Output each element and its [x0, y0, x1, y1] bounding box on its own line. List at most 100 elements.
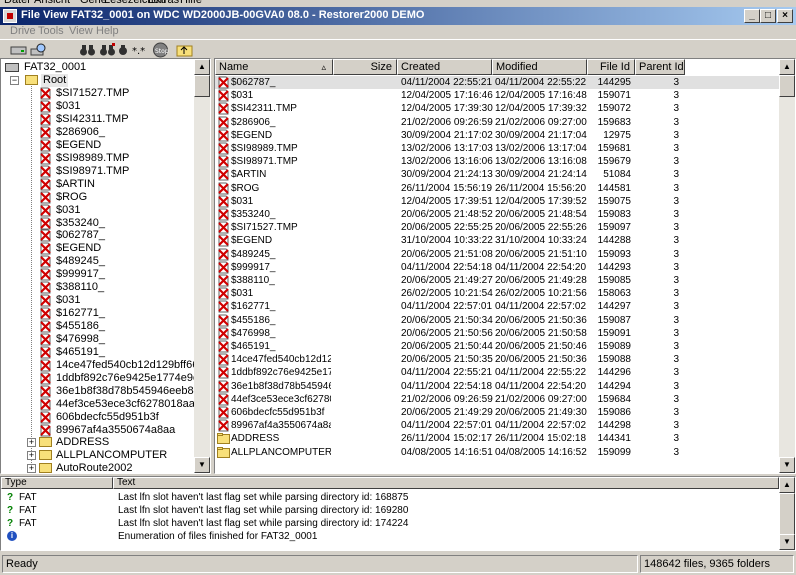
- file-list[interactable]: Name ▵ Size Created Modified File Id Parent Id…: [214, 58, 796, 474]
- tree-item[interactable]: $489245_: [39, 255, 199, 268]
- scroll-thumb[interactable]: [779, 493, 795, 536]
- scroll-up-icon[interactable]: ▲: [779, 59, 795, 75]
- file-row[interactable]: $062787_ 04/11/2004 22:55:21 04/11/2004 22…: [215, 76, 779, 89]
- menu-tools[interactable]: Tools: [38, 25, 64, 37]
- tree-item[interactable]: 36e1b8f38d78b545946eeb84cbccf2: [39, 385, 210, 398]
- file-row[interactable]: $SI71527.TMP 20/06/2005 22:55:25 20/06/200…: [215, 221, 779, 234]
- tree-item[interactable]: $EGEND: [39, 139, 199, 152]
- tree-item[interactable]: $286906_: [39, 126, 199, 139]
- file-row[interactable]: $EGEND 30/09/2004 21:17:02 30/09/2004 21:1…: [215, 129, 779, 142]
- file-row[interactable]: $031 26/02/2005 10:21:54 26/02/2005 10:21:…: [215, 287, 779, 300]
- file-row[interactable]: $031 12/04/2005 17:16:46 12/04/2005 17:16:…: [215, 89, 779, 102]
- scroll-thumb[interactable]: [194, 75, 210, 97]
- tree-item[interactable]: $ARTIN: [39, 178, 199, 191]
- tree-item[interactable]: 1ddbf892c76e9425e1774e9e53cd: [39, 372, 210, 385]
- file-row[interactable]: 36e1b8f38d78b545946... 04/11/2004 22:54:1…: [215, 380, 779, 393]
- tree-item[interactable]: $062787_: [39, 229, 199, 242]
- tree-item[interactable]: $SI98989.TMP: [39, 152, 199, 165]
- log-entry[interactable]: ? FAT Last lfn slot haven't last flag set …: [1, 517, 777, 530]
- tree-item[interactable]: $162771_: [39, 307, 199, 320]
- log-entry[interactable]: ? FAT Last lfn slot haven't last flag set …: [1, 491, 777, 504]
- tree-item[interactable]: 14ce47fed540cb12d129bff664: [39, 359, 204, 372]
- tree-item[interactable]: $SI42311.TMP: [39, 113, 199, 126]
- close-button[interactable]: ×: [777, 9, 793, 23]
- tree-item[interactable]: $388110_: [39, 281, 199, 294]
- scroll-up-icon[interactable]: ▲: [194, 59, 210, 75]
- menu-view[interactable]: View: [69, 25, 93, 37]
- collapse-icon[interactable]: −: [10, 76, 19, 85]
- tree-item[interactable]: $476998_: [39, 333, 199, 346]
- tree-item[interactable]: $SI71527.TMP: [39, 87, 199, 100]
- file-row[interactable]: $388110_ 20/06/2005 21:49:27 20/06/2005 21…: [215, 274, 779, 287]
- file-row[interactable]: 14ce47fed540cb12d129... 20/06/2005 21:50:…: [215, 353, 779, 366]
- file-row[interactable]: $SI98989.TMP 13/02/2006 13:17:03 13/02/200…: [215, 142, 779, 155]
- file-row[interactable]: $031 12/04/2005 17:39:51 12/04/2005 17:39:…: [215, 195, 779, 208]
- file-row[interactable]: 606bdecfc55d951b3f 20/06/2005 21:49:29 20/…: [215, 406, 779, 419]
- folder-tree[interactable]: FAT32_0001− Root $SI71527.TMP $031 $SI42311.…: [0, 58, 211, 474]
- tree-drive-node[interactable]: FAT32_0001: [5, 61, 195, 74]
- expand-icon[interactable]: +: [27, 451, 36, 460]
- stop-icon[interactable]: Stop: [152, 42, 169, 58]
- tree-folder[interactable]: + AutoRoute2002: [25, 462, 195, 473]
- log-column-type[interactable]: Type: [1, 477, 113, 489]
- expand-icon[interactable]: +: [27, 438, 36, 447]
- drive-icon[interactable]: [10, 42, 27, 58]
- scroll-down-icon[interactable]: ▼: [779, 534, 795, 550]
- tree-item[interactable]: $ROG: [39, 191, 199, 204]
- log-column-text[interactable]: Text: [113, 477, 779, 489]
- scroll-thumb[interactable]: [779, 75, 795, 97]
- file-row[interactable]: $999917_ 04/11/2004 22:54:18 04/11/2004 22…: [215, 261, 779, 274]
- log-entry[interactable]: ? FAT Last lfn slot haven't last flag set …: [1, 504, 777, 517]
- menu-drive[interactable]: Drive: [10, 25, 36, 37]
- tree-item[interactable]: $455186_: [39, 320, 199, 333]
- file-row[interactable]: $476998_ 20/06/2005 21:50:56 20/06/2005 21…: [215, 327, 779, 340]
- find-drive-icon[interactable]: [30, 42, 47, 58]
- list-scrollbar[interactable]: ▲ ▼: [779, 59, 795, 473]
- expand-icon[interactable]: +: [27, 464, 36, 473]
- tree-item[interactable]: $465191_: [39, 346, 199, 359]
- minimize-button[interactable]: _: [744, 9, 760, 23]
- up-folder-icon[interactable]: [176, 42, 193, 58]
- tree-item[interactable]: $999917_: [39, 268, 199, 281]
- file-row[interactable]: $455186_ 20/06/2005 21:50:34 20/06/2005 21…: [215, 314, 779, 327]
- binoculars-next-icon[interactable]: [99, 42, 116, 58]
- maximize-button[interactable]: □: [760, 9, 776, 23]
- tree-item[interactable]: $031: [39, 204, 199, 217]
- file-row[interactable]: $489245_ 20/06/2005 21:51:08 20/06/2005 21…: [215, 248, 779, 261]
- file-row[interactable]: 44ef3ce53ece3cf62780... 21/02/2006 09:26:…: [215, 393, 779, 406]
- scroll-up-icon[interactable]: ▲: [779, 477, 795, 493]
- tree-item[interactable]: $353240_: [39, 217, 199, 230]
- binoculars-icon[interactable]: [79, 42, 96, 58]
- file-row[interactable]: 1ddbf892c76e9425e17... 04/11/2004 22:55:2…: [215, 366, 779, 379]
- tree-item[interactable]: 606bdecfc55d951b3f: [39, 411, 199, 424]
- file-row[interactable]: $EGEND 31/10/2004 10:33:22 31/10/2004 10:3…: [215, 234, 779, 247]
- tree-folder[interactable]: + ALLPLANCOMPUTER: [25, 449, 195, 462]
- tree-item[interactable]: 44ef3ce53ece3cf6278018aa50: [39, 398, 207, 411]
- file-row[interactable]: $SI42311.TMP 12/04/2005 17:39:30 12/04/200…: [215, 102, 779, 115]
- log-panel[interactable]: Type Text ? FAT Last lfn slot haven't last …: [0, 476, 796, 551]
- scroll-down-icon[interactable]: ▼: [779, 457, 795, 473]
- column-header-file-id[interactable]: File Id: [587, 59, 635, 75]
- scroll-down-icon[interactable]: ▼: [194, 457, 210, 473]
- column-header-created[interactable]: Created: [397, 59, 492, 75]
- tree-item[interactable]: $EGEND: [39, 242, 199, 255]
- column-header-name[interactable]: Name ▵: [215, 59, 333, 75]
- column-header-parent-id[interactable]: Parent Id: [635, 59, 685, 75]
- log-scrollbar[interactable]: ▲ ▼: [779, 477, 795, 550]
- file-row[interactable]: $162771_ 04/11/2004 22:57:01 04/11/2004 22…: [215, 300, 779, 313]
- file-row[interactable]: $ROG 26/11/2004 15:56:19 26/11/2004 15:56:…: [215, 182, 779, 195]
- file-row[interactable]: ADDRESS 26/11/2004 15:02:17 26/11/2004 15:…: [215, 432, 779, 445]
- tree-item[interactable]: 89967af4a3550674a8aa: [39, 424, 199, 437]
- file-row[interactable]: $286906_ 21/02/2006 09:26:59 21/02/2006 09…: [215, 116, 779, 129]
- tree-item[interactable]: $031: [39, 100, 199, 113]
- tree-scrollbar[interactable]: ▲ ▼: [194, 59, 210, 473]
- file-row[interactable]: $SI98971.TMP 13/02/2006 13:16:06 13/02/200…: [215, 155, 779, 168]
- file-row[interactable]: $353240_ 20/06/2005 21:48:52 20/06/2005 21…: [215, 208, 779, 221]
- file-row[interactable]: ALLPLANCOMPUTER 04/08/2005 14:16:51 04/08/…: [215, 446, 779, 459]
- tree-item[interactable]: $031: [39, 294, 199, 307]
- title-bar[interactable]: File View FAT32_0001 on WDC WD2000JB-00G…: [0, 7, 796, 25]
- column-header-size[interactable]: Size: [333, 59, 397, 75]
- column-header-modified[interactable]: Modified: [492, 59, 587, 75]
- tree-item[interactable]: $SI98971.TMP: [39, 165, 199, 178]
- file-row[interactable]: 89967af4a3550674a8aa 04/11/2004 22:57:01 0…: [215, 419, 779, 432]
